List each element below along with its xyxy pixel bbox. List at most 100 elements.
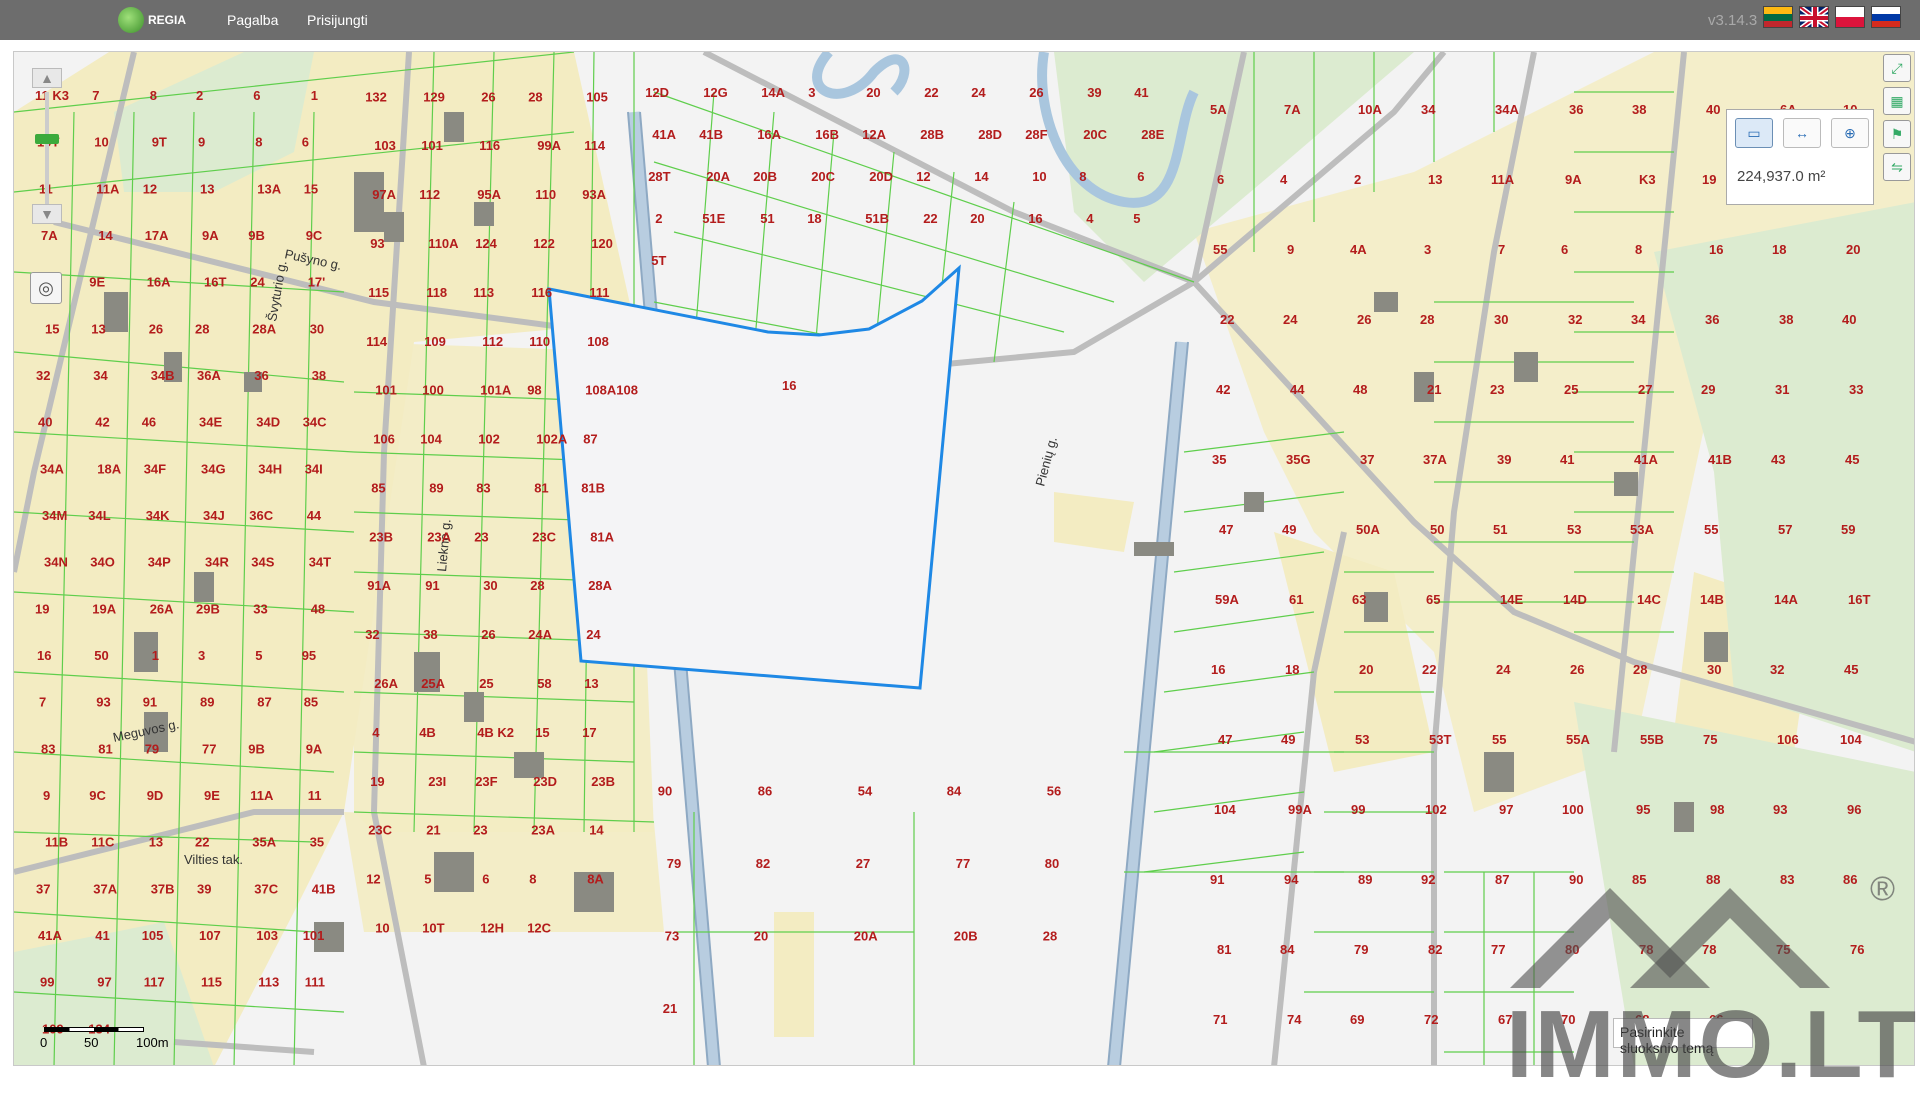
- parcel-number-label: 41: [1560, 452, 1574, 467]
- parcel-number-label: 2: [655, 211, 662, 226]
- parcel-number-label: 26A: [150, 601, 174, 616]
- area-measure-icon[interactable]: ▭: [1735, 118, 1773, 148]
- parcel-number-label: 86: [758, 784, 772, 799]
- link-icon[interactable]: ⇋: [1883, 153, 1911, 181]
- english-flag-icon[interactable]: [1799, 6, 1829, 28]
- parcel-number-label: 108A108: [585, 383, 638, 398]
- parcel-number-label: 35A: [252, 835, 276, 850]
- parcel-number-label: 23I: [428, 774, 446, 789]
- parcel-number-label: 16: [1709, 242, 1723, 257]
- parcel-number-label: 16: [1028, 211, 1042, 226]
- parcel-number-label: 100: [1562, 802, 1584, 817]
- parcel-number-label: 35G: [1286, 452, 1311, 467]
- parcel-number-label: 28: [1420, 312, 1434, 327]
- parcel-number-label: 4B K2: [477, 725, 514, 740]
- locate-icon[interactable]: ◎: [30, 272, 62, 304]
- parcel-number-label: 107: [199, 928, 221, 943]
- parcel-number-label: 24: [250, 275, 265, 290]
- cadastral-map[interactable]: 16 Pušyno g. Švyturio g. Liekno g. Meguv…: [14, 52, 1915, 1066]
- zoom-out-button[interactable]: ▼: [32, 204, 62, 224]
- parcel-number-label: 97: [1499, 802, 1513, 817]
- parcel-number-label: 11A: [250, 788, 274, 803]
- parcel-number-label: 23D: [533, 774, 557, 789]
- parcel-number-label: 37C: [254, 881, 278, 896]
- zoom-slider-thumb[interactable]: [35, 134, 59, 144]
- parcel-number-label: 16: [1211, 662, 1225, 677]
- parcel-number-label: 79: [145, 741, 159, 756]
- parcel-number-label: 20: [866, 85, 880, 100]
- parcel-number-label: 26: [1570, 662, 1584, 677]
- parcel-number-label: 34J: [203, 508, 225, 523]
- parcel-number-label: 101: [421, 138, 443, 153]
- parcel-number-label: 30: [1707, 662, 1721, 677]
- parcel-number-label: 83: [1780, 872, 1794, 887]
- flag-icon[interactable]: ⚑: [1883, 120, 1911, 148]
- parcel-number-label: 48: [311, 601, 325, 616]
- parcel-number-label: 26: [149, 321, 163, 336]
- parcel-number-label: 51E: [702, 211, 725, 226]
- lithuanian-flag-icon[interactable]: [1763, 6, 1793, 28]
- parcel-number-label: 6: [1561, 242, 1568, 257]
- parcel-number-label: 9: [198, 135, 205, 150]
- parcel-number-label: 81A: [590, 529, 614, 544]
- parcel-number-label: 18: [1285, 662, 1299, 677]
- parcel-number-label: 82: [1428, 942, 1442, 957]
- parcel-number-label: 28B: [920, 127, 944, 142]
- parcel-number-label: 91: [143, 695, 157, 710]
- fullscreen-icon[interactable]: ⤢: [1883, 54, 1911, 82]
- selected-parcel-outline[interactable]: [547, 264, 961, 690]
- parcel-number-label: 101A: [480, 383, 512, 398]
- parcel-number-label: 19A: [92, 601, 116, 616]
- distance-measure-icon[interactable]: ↔: [1783, 118, 1821, 148]
- parcel-number-label: 34R: [205, 555, 229, 570]
- measure-tool-icon[interactable]: ▦: [1883, 87, 1911, 115]
- street-name: Pienių g.: [1032, 435, 1060, 488]
- parcel-number-label: 34K: [146, 508, 170, 523]
- parcel-number-label: 42: [95, 415, 109, 430]
- parcel-number-label: 35: [310, 835, 324, 850]
- parcel-number-label: 16A: [757, 127, 781, 142]
- parcel-number-label: 32: [36, 368, 50, 383]
- parcel-number-label: 105: [142, 928, 164, 943]
- russian-flag-icon[interactable]: [1871, 6, 1901, 28]
- polish-flag-icon[interactable]: [1835, 6, 1865, 28]
- parcel-number-label: 9B: [248, 228, 265, 243]
- parcel-number-label: 101: [303, 928, 325, 943]
- parcel-number-label: 34C: [303, 415, 327, 430]
- parcel-number-label: 101: [375, 383, 397, 398]
- parcel-number-label: 9: [43, 788, 50, 803]
- parcel-number-label: 6: [1137, 169, 1144, 184]
- parcel-number-label: 20B: [753, 169, 777, 184]
- parcel-number-label: 116: [531, 285, 552, 300]
- registered-mark: ®: [1870, 870, 1896, 908]
- parcel-number-label: 106: [373, 432, 395, 447]
- parcel-number-label: 77: [202, 741, 216, 756]
- parcel-number-label: 29: [1701, 382, 1715, 397]
- parcel-number-label: 18: [1772, 242, 1786, 257]
- nav-login-link[interactable]: Prisijungti: [307, 12, 368, 28]
- parcel-number-label: 120: [591, 236, 613, 251]
- parcel-number-label: 32: [1770, 662, 1784, 677]
- regia-logo[interactable]: REGIA: [118, 7, 186, 33]
- zoom-control: ▲ ▼: [30, 68, 64, 248]
- parcel-number-label: 20D: [869, 169, 893, 184]
- parcel-number-label: 34P: [148, 555, 171, 570]
- parcel-number-label: 14E: [1500, 592, 1523, 607]
- parcel-number-label: 4: [1086, 211, 1094, 226]
- parcel-number-label: 28F: [1025, 127, 1047, 142]
- nav-help-link[interactable]: Pagalba: [227, 12, 278, 28]
- parcel-number-label: 23B: [369, 529, 393, 544]
- parcel-number-label: 3: [198, 648, 205, 663]
- zoom-in-button[interactable]: ▲: [32, 68, 62, 88]
- parcel-number-label: 34G: [201, 461, 226, 476]
- street-name: Vilties tak.: [184, 852, 243, 867]
- parcel-number-label: 89: [200, 695, 214, 710]
- parcel-number-label: 28: [530, 578, 544, 593]
- parcel-number-label: 9A: [202, 228, 219, 243]
- map-view[interactable]: 16 Pušyno g. Švyturio g. Liekno g. Meguv…: [13, 51, 1915, 1066]
- parcel-number-label: 27: [856, 856, 870, 871]
- parcel-number-label: 91A: [367, 578, 391, 593]
- coordinate-icon[interactable]: ⊕: [1831, 118, 1869, 148]
- parcel-number-label: 117: [144, 975, 165, 990]
- parcel-number-label: 23F: [475, 774, 497, 789]
